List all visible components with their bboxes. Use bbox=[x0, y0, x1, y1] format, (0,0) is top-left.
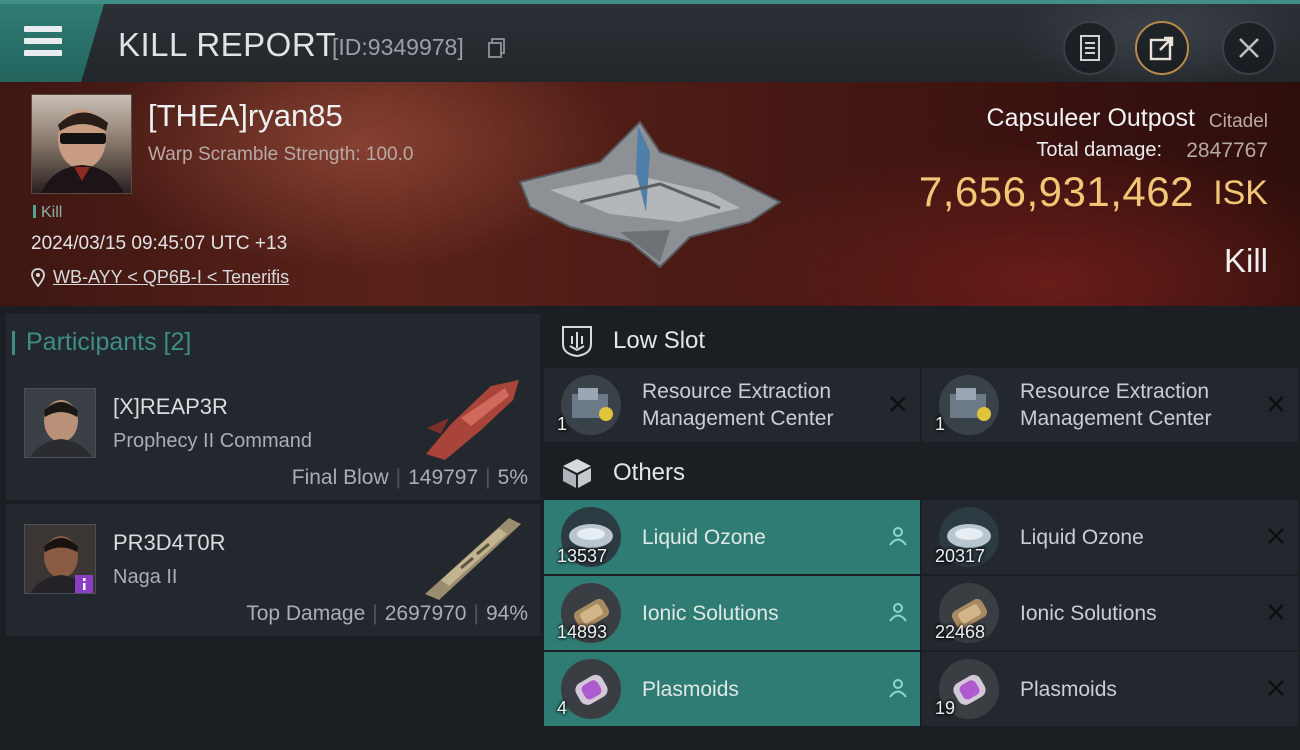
total-damage-value: 2847767 bbox=[1186, 139, 1268, 162]
destroyed-icon bbox=[890, 396, 906, 412]
participant-row[interactable]: [X]REAP3R Prophecy II Command Final Blow… bbox=[6, 368, 540, 502]
item-quantity: 22468 bbox=[935, 622, 986, 642]
total-damage-label: Total damage: bbox=[1036, 139, 1162, 161]
participant-damage: 149797 bbox=[408, 466, 479, 489]
item-row[interactable]: 22468 Ionic Solutions bbox=[922, 576, 1298, 650]
close-icon bbox=[1239, 38, 1259, 58]
item-name: Plasmoids bbox=[642, 678, 739, 701]
isk-unit: ISK bbox=[1213, 174, 1268, 212]
item-row[interactable]: 1 Resource Extraction Management Center bbox=[922, 368, 1298, 442]
victim-structure-type: Citadel bbox=[1208, 111, 1268, 132]
item-name: Resource Extraction Management Center bbox=[642, 380, 834, 430]
participants-header: Participants [2] bbox=[6, 314, 540, 370]
dropped-person-icon bbox=[889, 527, 907, 546]
participant-avatar bbox=[24, 524, 96, 594]
participant-role: Top Damage bbox=[246, 602, 366, 625]
item-row[interactable]: 19 Plasmoids bbox=[922, 652, 1298, 726]
top-bar: KILL REPORT [ID:9349978] bbox=[0, 0, 1300, 94]
victim-portrait[interactable] bbox=[31, 94, 132, 194]
item-row[interactable]: 20317 Liquid Ozone bbox=[922, 500, 1298, 574]
item-quantity: 1 bbox=[935, 414, 946, 434]
participants-panel: Participants [2] [X]REAP3R Prophecy II C… bbox=[0, 306, 540, 750]
participant-role: Final Blow bbox=[291, 466, 389, 489]
kill-location-link[interactable]: WB-AYY < QP6B-I < Tenerifis bbox=[53, 267, 289, 288]
participant-ship-image bbox=[426, 380, 519, 460]
module-icon bbox=[939, 375, 999, 435]
participant-avatar bbox=[24, 388, 96, 458]
kill-timestamp: 2024/03/15 09:45:07 UTC +13 bbox=[31, 233, 288, 254]
share-icon bbox=[1149, 36, 1174, 61]
menu-icon[interactable] bbox=[24, 26, 62, 56]
low-slot-title: Low Slot bbox=[613, 327, 706, 354]
participant-percent: 94% bbox=[485, 602, 528, 625]
item-name: Ionic Solutions bbox=[1020, 602, 1157, 625]
share-button[interactable] bbox=[1135, 21, 1189, 75]
participant-percent: 5% bbox=[497, 466, 528, 489]
item-name: Liquid Ozone bbox=[1020, 526, 1144, 549]
item-row[interactable]: 13537 Liquid Ozone bbox=[544, 500, 920, 574]
destroyed-icon bbox=[1268, 396, 1284, 412]
document-icon bbox=[1080, 35, 1100, 61]
warp-scramble-strength: Warp Scramble Strength: 100.0 bbox=[148, 144, 414, 165]
participant-name: PR3D4T0R bbox=[113, 530, 226, 555]
module-icon bbox=[561, 375, 621, 435]
others-title: Others bbox=[613, 459, 686, 486]
item-quantity: 1 bbox=[557, 414, 568, 434]
item-quantity: 20317 bbox=[935, 546, 986, 566]
dropped-person-icon bbox=[889, 679, 907, 698]
item-name: Plasmoids bbox=[1020, 678, 1117, 701]
item-name: Liquid Ozone bbox=[642, 526, 766, 549]
report-log-button[interactable] bbox=[1063, 21, 1117, 75]
participant-ship-image bbox=[425, 518, 521, 600]
item-row[interactable]: 14893 Ionic Solutions bbox=[544, 576, 920, 650]
item-row[interactable]: 4 Plasmoids bbox=[544, 652, 920, 726]
victim-name[interactable]: [THEA]ryan85 bbox=[148, 98, 343, 134]
kill-report-id: [ID:9349978] bbox=[332, 34, 464, 60]
cargo-box-icon bbox=[563, 459, 591, 488]
participants-title: Participants [2] bbox=[11, 328, 192, 356]
victim-banner: [THEA]ryan85 Warp Scramble Strength: 100… bbox=[0, 82, 1300, 306]
dropped-person-icon bbox=[889, 603, 907, 622]
item-quantity: 13537 bbox=[557, 546, 608, 566]
participant-ship: Naga II bbox=[113, 566, 178, 588]
others-header: Others bbox=[540, 442, 1300, 502]
destroyed-icon bbox=[1268, 604, 1284, 620]
destroyed-icon bbox=[1268, 680, 1284, 696]
item-quantity: 19 bbox=[935, 698, 956, 718]
page-title: KILL REPORT bbox=[118, 26, 337, 63]
item-row[interactable]: 1 Resource Extraction Management Center bbox=[544, 368, 920, 442]
destroyed-icon bbox=[1268, 528, 1284, 544]
low-slot-header: Low Slot bbox=[540, 310, 1300, 370]
item-name: Ionic Solutions bbox=[642, 602, 779, 625]
participant-damage: 2697970 bbox=[384, 602, 467, 625]
result-label: Kill bbox=[1223, 242, 1268, 279]
items-panel: Low Slot 1 Resource Extraction Managemen… bbox=[540, 306, 1300, 750]
participant-row[interactable]: PR3D4T0R Naga II Top Damage | 2697970 | 94% bbox=[6, 504, 540, 638]
low-slot-icon bbox=[562, 326, 592, 358]
item-quantity: 4 bbox=[557, 698, 568, 718]
victim-structure-name[interactable]: Capsuleer Outpost bbox=[987, 104, 1195, 133]
plasmoids-icon bbox=[561, 659, 621, 719]
isk-value: 7,656,931,462 bbox=[918, 168, 1194, 215]
participant-name: [X]REAP3R bbox=[113, 394, 228, 419]
participant-stats: Final Blow | 149797 | 5% bbox=[291, 466, 528, 489]
participant-ship: Prophecy II Command bbox=[113, 430, 312, 452]
close-button[interactable] bbox=[1222, 21, 1276, 75]
item-name: Resource Extraction Management Center bbox=[1020, 380, 1212, 430]
item-quantity: 14893 bbox=[557, 622, 608, 642]
participant-stats: Top Damage | 2697970 | 94% bbox=[246, 602, 528, 625]
structure-image bbox=[518, 120, 782, 269]
location-pin-icon bbox=[31, 268, 45, 287]
copy-icon[interactable] bbox=[488, 38, 506, 58]
kill-tag: Kill bbox=[33, 204, 62, 222]
